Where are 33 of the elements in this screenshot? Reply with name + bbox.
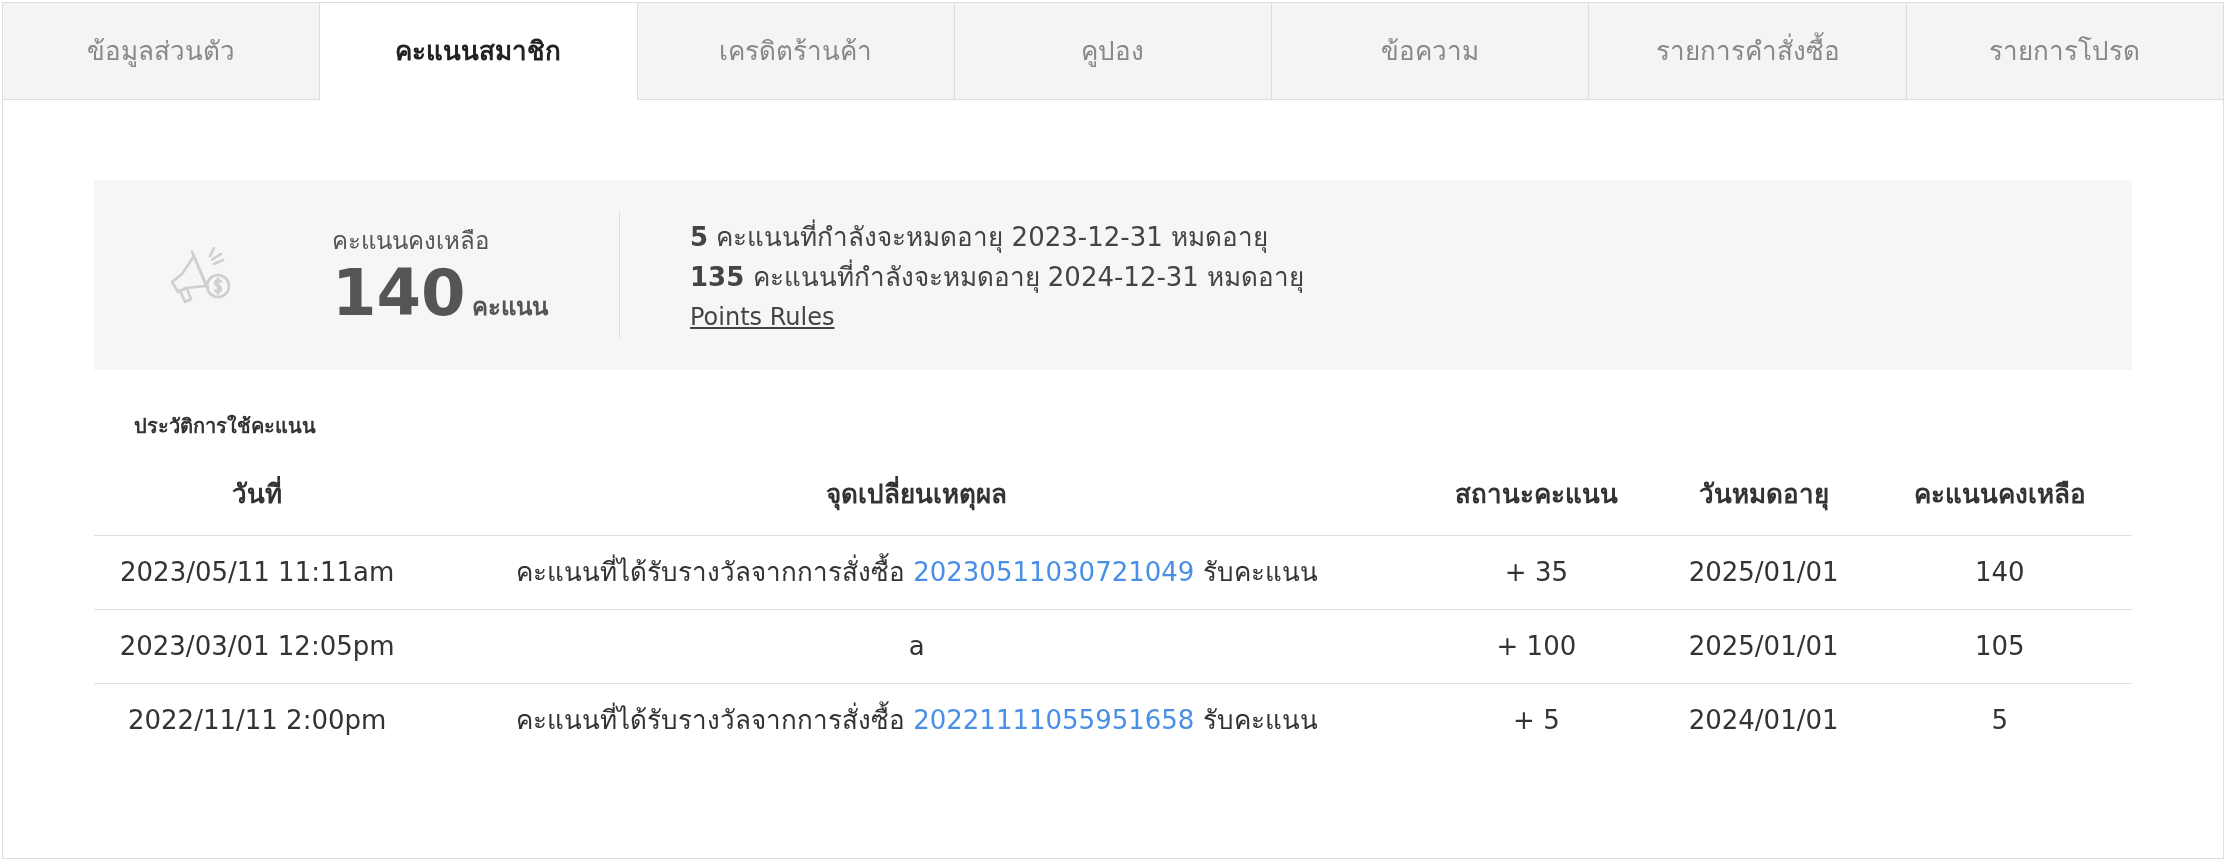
tab[interactable]: ข้อความ <box>1272 3 1590 100</box>
tab[interactable]: รายการคำสั่งซื้อ <box>1589 3 1907 100</box>
date-text: 2023/03/01 12:05pm <box>119 630 395 661</box>
column-header: วันหมดอายุ <box>1698 478 1829 509</box>
reason-text: a <box>908 630 925 661</box>
date-text: 2023/05/11 11:11am <box>120 556 395 587</box>
column-header: คะแนนคงเหลือ <box>1913 478 2086 509</box>
balance-label: คะแนนคงเหลือ <box>332 226 489 257</box>
expiry-text: 135 คะแนนที่กำลังจะหมดอายุ 2024-12-31 หมดอายุ <box>690 257 1305 297</box>
column-header: สถานะคะแนน <box>1454 478 1618 509</box>
points-change-text: + 5 <box>1513 704 1560 735</box>
order-link[interactable]: 20221111055951658 <box>913 704 1195 735</box>
date-text: 2022/11/11 2:00pm <box>128 704 387 735</box>
balance-text: 140 <box>1975 556 2025 587</box>
points-value: 140 <box>332 261 466 325</box>
points-change-text: + 100 <box>1496 630 1577 661</box>
rules-link[interactable]: Points Rules <box>690 301 835 333</box>
history-title: ประวัติการใช้คะแนน <box>134 414 316 438</box>
order-link[interactable]: 20230511030721049 <box>913 556 1195 587</box>
points-change-text: + 35 <box>1504 556 1568 587</box>
tab[interactable]: ข้อมูลส่วนตัว <box>3 3 321 100</box>
balance-text: 5 <box>1991 704 2009 735</box>
column-header: วันที่ <box>232 478 283 509</box>
column-header: จุดเปลี่ยนเหตุผล <box>826 478 1008 509</box>
tab[interactable]: คูปอง <box>954 3 1273 100</box>
tab[interactable]: รายการโปรด <box>1906 3 2223 100</box>
expiry-date-text: 2024/01/01 <box>1688 704 1839 735</box>
tab[interactable]: เครดิตร้านค้า <box>637 3 955 100</box>
points-unit: คะแนน <box>471 292 548 323</box>
balance-text: 105 <box>1975 630 2025 661</box>
expiry-text: 5 คะแนนที่กำลังจะหมดอายุ 2023-12-31 หมดอายุ <box>690 217 1268 257</box>
expiry-date-text: 2025/01/01 <box>1688 630 1839 661</box>
expiry-date-text: 2025/01/01 <box>1688 556 1839 587</box>
